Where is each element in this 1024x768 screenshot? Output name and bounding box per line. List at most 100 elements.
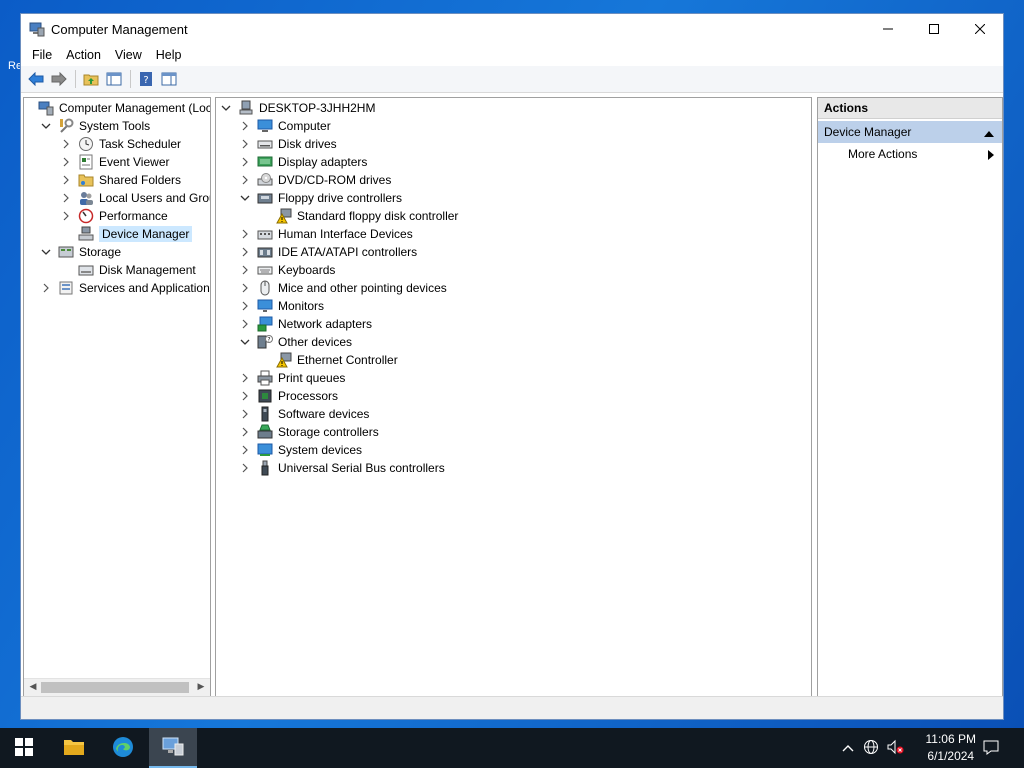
menu-action[interactable]: Action — [59, 48, 108, 62]
start-button[interactable] — [0, 728, 48, 768]
volume-button[interactable] — [884, 728, 906, 768]
tree-item-services-and-applications[interactable]: Services and Applications — [40, 279, 210, 297]
tree-item-local-users-and-groups[interactable]: Local Users and Groups — [60, 189, 210, 207]
scroll-right-icon[interactable]: ▶ — [195, 681, 207, 693]
chevron-right-icon[interactable] — [60, 156, 72, 168]
chevron-right-icon[interactable] — [60, 138, 72, 150]
tree-item-network-adapters[interactable]: Network adapters — [239, 315, 372, 333]
help-button[interactable]: ? — [135, 68, 157, 90]
tree-item-label: Performance — [99, 209, 168, 223]
tree-item-disk-management[interactable]: Disk Management — [60, 261, 196, 279]
chevron-right-icon[interactable] — [239, 426, 251, 438]
chevron-right-icon[interactable] — [239, 318, 251, 330]
tree-item-ethernet-controller[interactable]: Ethernet Controller — [258, 351, 398, 369]
chevron-right-icon[interactable] — [239, 408, 251, 420]
actions-section-device-manager[interactable]: Device Manager — [818, 121, 1002, 143]
tree-item-computer-management-local[interactable]: Computer Management (Local — [24, 99, 210, 117]
tree-item-processors[interactable]: Processors — [239, 387, 338, 405]
chevron-right-icon[interactable] — [239, 372, 251, 384]
chevron-right-icon[interactable] — [239, 462, 251, 474]
file-explorer-taskbar-button[interactable] — [50, 728, 98, 768]
forward-button[interactable] — [48, 68, 70, 90]
chevron-right-icon[interactable] — [60, 192, 72, 204]
computer-management-window: Computer Management File Action View Hel… — [20, 13, 1004, 720]
chevron-down-icon[interactable] — [220, 102, 232, 114]
notifications-button[interactable] — [978, 728, 1004, 768]
up-folder-button[interactable] — [80, 68, 102, 90]
tree-item-floppy-drive-controllers[interactable]: Floppy drive controllers — [239, 189, 402, 207]
chevron-right-icon[interactable] — [40, 282, 52, 294]
chevron-right-icon[interactable] — [60, 210, 72, 222]
close-button[interactable] — [957, 14, 1003, 44]
collapse-up-icon[interactable] — [984, 127, 994, 141]
title-bar[interactable]: Computer Management — [21, 14, 1003, 44]
tree-item-label: Network adapters — [278, 317, 373, 331]
tree-item-event-viewer[interactable]: Event Viewer — [60, 153, 169, 171]
chevron-right-icon[interactable] — [239, 264, 251, 276]
tree-item-task-scheduler[interactable]: Task Scheduler — [60, 135, 181, 153]
scrollbar-thumb[interactable] — [41, 682, 189, 693]
chevron-down-icon[interactable] — [239, 336, 251, 348]
edge-taskbar-button[interactable] — [99, 728, 147, 768]
tree-item-disk-drives[interactable]: Disk drives — [239, 135, 337, 153]
tree-item-other-devices[interactable]: ? Other devices — [239, 333, 352, 351]
tree-item-computer[interactable]: Computer — [239, 117, 331, 135]
horizontal-scrollbar[interactable]: ◀ ▶ — [24, 678, 210, 696]
maximize-button[interactable] — [911, 14, 957, 44]
chevron-right-icon[interactable] — [239, 120, 251, 132]
chevron-right-icon[interactable] — [239, 300, 251, 312]
tree-item-keyboards[interactable]: Keyboards — [239, 261, 335, 279]
show-hide-console-tree-button[interactable] — [103, 68, 125, 90]
minimize-button[interactable] — [865, 14, 911, 44]
tree-item-storage-controllers[interactable]: Storage controllers — [239, 423, 379, 441]
tree-item-standard-floppy-disk-controller[interactable]: Standard floppy disk controller — [258, 207, 458, 225]
chevron-right-icon[interactable] — [239, 444, 251, 456]
chevron-right-icon[interactable] — [239, 138, 251, 150]
show-hide-action-pane-button[interactable] — [158, 68, 180, 90]
monitor-icon — [257, 298, 273, 314]
device-tree-pane[interactable]: DESKTOP-3JHH2HM Computer Disk drives Displa… — [215, 97, 812, 697]
tree-item-performance[interactable]: Performance — [60, 207, 168, 225]
chevron-right-icon[interactable] — [239, 390, 251, 402]
computer-management-taskbar-button[interactable] — [149, 728, 197, 768]
tree-item-shared-folders[interactable]: Shared Folders — [60, 171, 181, 189]
show-hidden-icons-button[interactable] — [838, 728, 858, 768]
tree-item-display-adapters[interactable]: Display adapters — [239, 153, 367, 171]
keyboard-icon — [257, 262, 273, 278]
tree-item-print-queues[interactable]: Print queues — [239, 369, 345, 387]
tree-item-ide-ata-atapi-controllers[interactable]: IDE ATA/ATAPI controllers — [239, 243, 417, 261]
tree-item-storage[interactable]: Storage — [40, 243, 121, 261]
tree-item-dvd-cd-rom-drives[interactable]: DVD/CD-ROM drives — [239, 171, 391, 189]
chevron-right-icon[interactable] — [239, 156, 251, 168]
console-tree-pane[interactable]: ◀ ▶ Computer Management (Local System Too… — [23, 97, 211, 697]
scroll-left-icon[interactable]: ◀ — [27, 681, 39, 693]
tree-item-human-interface-devices[interactable]: Human Interface Devices — [239, 225, 413, 243]
tree-item-monitors[interactable]: Monitors — [239, 297, 324, 315]
tree-item-software-devices[interactable]: Software devices — [239, 405, 369, 423]
chevron-right-icon[interactable] — [239, 246, 251, 258]
tree-item-universal-serial-bus-controllers[interactable]: Universal Serial Bus controllers — [239, 459, 445, 477]
tree-item-device-manager[interactable]: Device Manager — [60, 225, 193, 243]
chevron-right-icon[interactable] — [60, 174, 72, 186]
tree-item-system-tools[interactable]: System Tools — [40, 117, 150, 135]
tree-item-desktop-3jhh2hm[interactable]: DESKTOP-3JHH2HM — [220, 99, 375, 117]
back-button[interactable] — [25, 68, 47, 90]
more-actions-item[interactable]: More Actions — [818, 143, 1002, 165]
menu-view[interactable]: View — [108, 48, 149, 62]
computer-management-icon — [38, 100, 54, 116]
chevron-right-icon[interactable] — [239, 282, 251, 294]
menu-file[interactable]: File — [25, 48, 59, 62]
printer-icon — [257, 370, 273, 386]
network-status-button[interactable] — [860, 728, 882, 768]
system-clock[interactable]: 11:06 PM 6/1/2024 — [926, 731, 976, 765]
tree-item-mice-and-other-pointing-devices[interactable]: Mice and other pointing devices — [239, 279, 447, 297]
chevron-right-icon[interactable] — [239, 228, 251, 240]
chevron-down-icon[interactable] — [239, 192, 251, 204]
tree-item-system-devices[interactable]: System devices — [239, 441, 362, 459]
chevron-right-icon[interactable] — [239, 174, 251, 186]
desktop-computer-icon — [238, 100, 254, 116]
menu-help[interactable]: Help — [149, 48, 189, 62]
chevron-down-icon[interactable] — [40, 246, 52, 258]
window-title: Computer Management — [51, 21, 188, 37]
chevron-down-icon[interactable] — [40, 120, 52, 132]
